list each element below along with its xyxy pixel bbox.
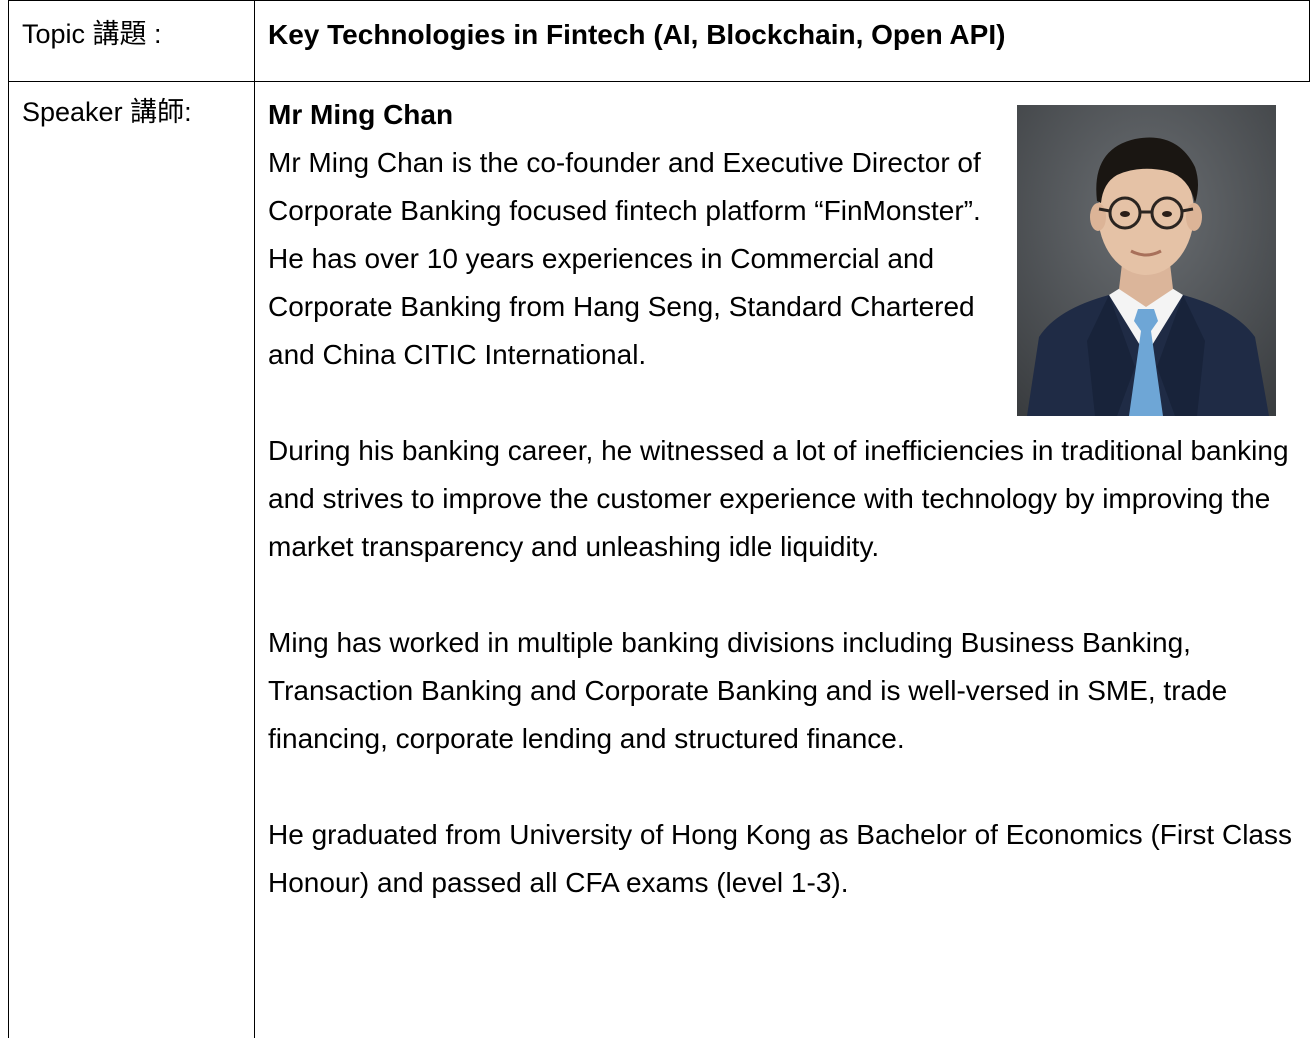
column-divider [254, 0, 255, 1038]
speaker-label: Speaker 講師: [22, 97, 192, 127]
bio-paragraph: During his banking career, he witnessed … [268, 435, 1289, 562]
topic-label: Topic 講題 : [22, 19, 162, 49]
table-border-top [8, 0, 1310, 1]
bio-intro: Mr Ming Chan is the co-founder and Execu… [268, 147, 981, 370]
speaker-portrait-icon [1017, 105, 1276, 416]
table-border-left [8, 0, 9, 1038]
speaker-photo [1017, 105, 1276, 416]
speaker-info-table: Topic 講題 : Key Technologies in Fintech (… [8, 0, 1310, 1038]
bio-paragraph: He graduated from University of Hong Kon… [268, 819, 1292, 898]
row-divider [8, 81, 1310, 82]
topic-title: Key Technologies in Fintech (AI, Blockch… [268, 19, 1006, 50]
bio-paragraph: Ming has worked in multiple banking divi… [268, 627, 1228, 754]
